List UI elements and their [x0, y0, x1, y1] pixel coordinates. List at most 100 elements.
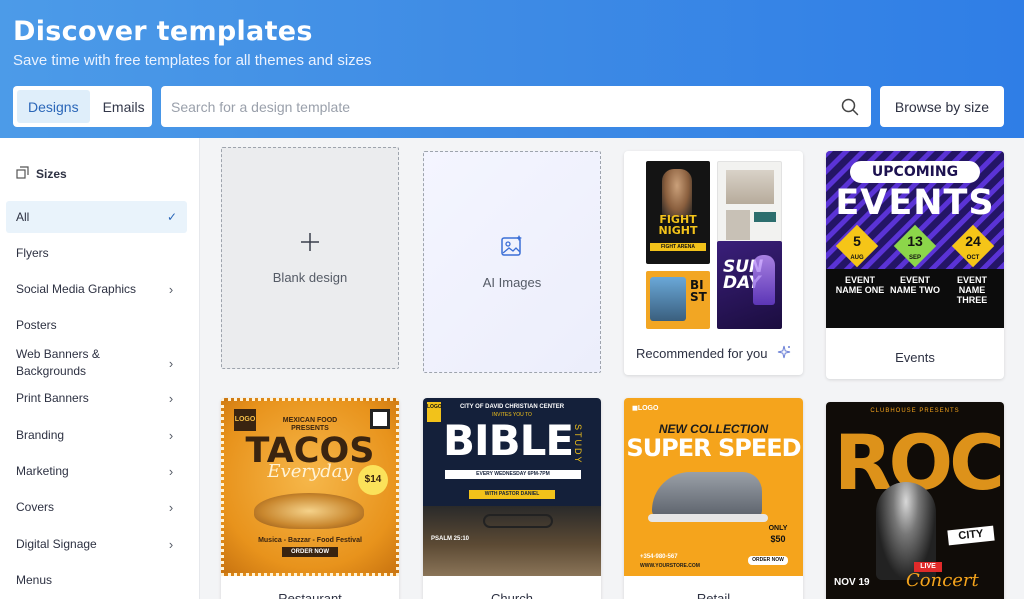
bible-when: EVERY WEDNESDAY 6PM-7PM [445, 470, 581, 479]
chevron-right-icon: › [168, 499, 174, 515]
page-title: Discover templates [13, 16, 313, 47]
recommended-caption: Recommended for you [624, 331, 803, 375]
retail-card[interactable]: ◼LOGO NEW COLLECTION SUPER SPEED ONLY $50… [624, 398, 803, 599]
retail-logo: ◼LOGO [632, 405, 659, 412]
event-name-3: EVENT NAME THREE [956, 275, 988, 305]
interior-thumbnail [717, 161, 782, 247]
tab-designs[interactable]: Designs [17, 90, 90, 123]
fight-arena-text: FIGHT ARENA [650, 243, 706, 251]
fight-night-text: FIGHT NIGHT [658, 213, 698, 237]
upcoming-text: UPCOMING [850, 161, 980, 183]
sidebar-item-label: Flyers [16, 245, 49, 260]
sidebar-item-label: Print Banners [16, 390, 89, 405]
sidebar-item-label: Web Banners & Backgrounds [16, 347, 100, 378]
sidebar-item-all[interactable]: All ✓ [6, 201, 187, 233]
chevron-right-icon: › [168, 281, 174, 297]
recommended-card[interactable]: FIGHT NIGHT FIGHT ARENA SUN DAY BI ST Recom… [624, 151, 803, 375]
search-input[interactable] [171, 98, 839, 115]
chevron-right-icon: › [168, 427, 174, 443]
sidebar-item-social-media-graphics[interactable]: Social Media Graphics › [6, 273, 187, 305]
sidebar-item-label: Menus [16, 572, 53, 587]
tab-emails[interactable]: Emails [92, 90, 156, 123]
bible-psalm: PSALM 25:10 [431, 536, 470, 542]
sidebar-item-label: Digital Signage [16, 536, 97, 551]
sidebar-item-label: Posters [16, 317, 57, 332]
retail-label: Retail [696, 590, 731, 599]
sidebar-item-label: Marketing [16, 463, 69, 478]
sidebar-item-covers[interactable]: Covers › [6, 491, 187, 523]
tacos-order: ORDER NOW [282, 547, 338, 557]
sidebar-item-flyers[interactable]: Flyers [6, 237, 187, 269]
church-card[interactable]: LOGO CITY OF DAVID CHRISTIAN CENTER INVI… [423, 398, 601, 599]
sparkle-icon [777, 345, 791, 362]
event-date-1: 5 AUG [850, 233, 864, 261]
bible-side: STUDY [573, 424, 583, 465]
tacos-price: $14 [358, 465, 388, 495]
header-banner: Discover templates Save time with free t… [0, 0, 1024, 138]
chevron-right-icon: › [168, 463, 174, 479]
restaurant-label: Restaurant [278, 590, 342, 599]
bible-center: CITY OF DAVID CHRISTIAN CENTER [459, 404, 565, 410]
blank-design-label: Blank design [272, 270, 348, 285]
church-label: Church [491, 590, 533, 599]
retail-thumbnail: ◼LOGO NEW COLLECTION SUPER SPEED ONLY $50… [624, 398, 803, 576]
sidebar-item-digital-signage[interactable]: Digital Signage › [6, 528, 187, 560]
search-icon[interactable] [839, 96, 861, 118]
browse-by-size-button[interactable]: Browse by size [880, 86, 1004, 127]
rock-date: NOV 19 [834, 577, 870, 588]
sidebar-item-marketing[interactable]: Marketing › [6, 455, 187, 487]
event-name-1: EVENT NAME ONE [835, 275, 885, 295]
rock-club: CLUBHOUSE PRESENTS [870, 408, 960, 414]
resize-icon [16, 166, 29, 182]
sunday-thumbnail: SUN DAY [717, 241, 782, 329]
chevron-right-icon: › [168, 355, 174, 371]
events-label: Events [895, 349, 935, 365]
chevron-right-icon: › [168, 390, 174, 406]
ai-images-label: AI Images [482, 275, 542, 290]
sidebar-item-posters[interactable]: Posters [6, 309, 187, 341]
sidebar-item-label: All [16, 209, 30, 224]
check-icon: ✓ [166, 210, 177, 224]
search-bar [161, 86, 871, 127]
retail-site: WWW.YOURSTORE.COM [640, 563, 700, 569]
rock-thumbnail: CLUBHOUSE PRESENTS ROCK CITY LIVE Concer… [826, 402, 1004, 599]
tacos-footer: Musica - Bazzar - Food Festival [258, 537, 362, 544]
rock-concert: Concert [906, 570, 979, 591]
sidebar-item-label: Social Media Graphics [16, 281, 137, 296]
sidebar-item-label: Covers [16, 499, 55, 514]
sidebar-item-label: Branding [16, 427, 65, 442]
retail-order: ORDER NOW [748, 556, 788, 565]
events-thumbnail: UPCOMING EVENTS 5 AUG 13 SEP 24 OCT EVENT N… [826, 151, 1004, 328]
event-date-2: 13 SEP [907, 233, 923, 261]
tacos-thumbnail: LOGO MEXICAN FOOD PRESENTS TACOS Everyda… [221, 398, 399, 576]
sidebar-item-print-banners[interactable]: Print Banners › [6, 382, 187, 414]
page-subtitle: Save time with free templates for all th… [13, 52, 372, 69]
sizes-heading-label: Sizes [36, 167, 67, 181]
bible-thumbnail: LOGO CITY OF DAVID CHRISTIAN CENTER INVI… [423, 398, 601, 576]
events-card[interactable]: UPCOMING EVENTS 5 AUG 13 SEP 24 OCT EVENT N… [826, 151, 1004, 379]
recommended-label: Recommended for you [636, 345, 768, 361]
restaurant-card[interactable]: LOGO MEXICAN FOOD PRESENTS TACOS Everyda… [221, 398, 399, 599]
rock-card[interactable]: CLUBHOUSE PRESENTS ROCK CITY LIVE Concer… [826, 402, 1004, 599]
events-text: EVENTS [835, 183, 995, 223]
plus-icon [299, 231, 321, 256]
event-name-2: EVENT NAME TWO [890, 275, 940, 295]
bible-title: BIBLE [443, 416, 574, 465]
event-date-3: 24 OCT [965, 233, 981, 261]
ai-image-icon [500, 234, 524, 261]
ai-images-card[interactable]: AI Images [423, 151, 601, 373]
design-type-tabs: Designs Emails [13, 86, 152, 127]
chevron-right-icon: › [168, 536, 174, 552]
retail-phone: +354-980-567 [640, 554, 678, 560]
fight-night-thumbnail: FIGHT NIGHT FIGHT ARENA [646, 161, 710, 264]
sizes-heading: Sizes [16, 166, 67, 182]
sidebar: Sizes All ✓ Flyers Social Media Graphics… [0, 138, 200, 599]
retail-price: ONLY $50 [768, 525, 788, 544]
sidebar-item-menus[interactable]: Menus [6, 564, 187, 596]
sidebar-item-web-banners[interactable]: Web Banners & Backgrounds › [6, 344, 187, 382]
rock-city: CITY [947, 525, 995, 546]
sidebar-item-branding[interactable]: Branding › [6, 419, 187, 451]
bible-pastor: WITH PASTOR DANIEL [469, 490, 555, 499]
blank-design-card[interactable]: Blank design [221, 147, 399, 369]
retail-line2: SUPER SPEED [626, 434, 801, 462]
